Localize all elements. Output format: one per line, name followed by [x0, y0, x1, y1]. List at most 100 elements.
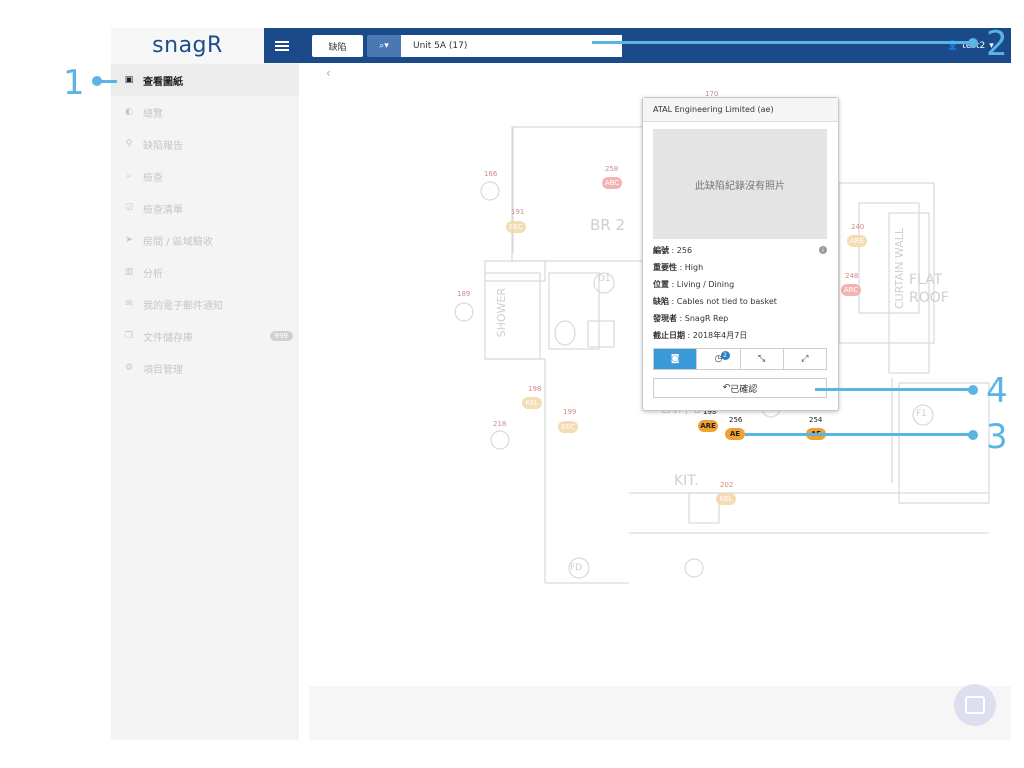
record-type-button[interactable]: 缺陷	[312, 35, 363, 57]
defect-pin-number: 198	[528, 385, 542, 393]
defect-pin[interactable]: ARE	[847, 235, 867, 247]
image-icon: ▣	[124, 75, 134, 85]
count-badge: 999	[269, 331, 293, 341]
app-logo: snagR	[152, 33, 223, 58]
field-due-date: 截止日期 : 2018年4月7日	[653, 331, 748, 340]
logo-area: snagR	[111, 28, 264, 63]
room-label: FD	[570, 563, 583, 573]
field-reporter: 發現者 : SnagR Rep	[653, 314, 729, 323]
info-icon[interactable]: i	[819, 246, 827, 254]
documents-icon: ❐	[124, 331, 134, 341]
defect-pin-number: 166	[484, 170, 498, 178]
acknowledge-button[interactable]: ↶ 已確認	[653, 378, 827, 398]
sidebar-item-label: 文件儲存庫	[143, 332, 193, 344]
room-label: BR 2	[590, 216, 626, 234]
callout-dot	[968, 38, 978, 48]
defect-pin-number: 218	[493, 420, 507, 428]
callout-line	[97, 80, 117, 83]
callout-number: 2	[986, 24, 1008, 64]
sidebar-item-email-notifications[interactable]: ✉ 我的電子郵件通知	[111, 288, 299, 320]
callout-line	[592, 41, 972, 44]
field-defect: 缺陷 : Cables not tied to basket	[653, 297, 777, 306]
sidebar-item-overview[interactable]: ◐ 總覽	[111, 96, 299, 128]
expand-icon: ⤢	[801, 354, 809, 364]
field-severity: 重要性 : High	[653, 263, 704, 272]
room-label: SHOWER	[495, 288, 508, 338]
defect-pin-number: 199	[563, 408, 577, 416]
search-icon: ⌕▾	[379, 41, 389, 51]
reply-icon: ↶	[722, 383, 731, 393]
defect-pin[interactable]: EEC	[506, 221, 526, 233]
expand-button[interactable]: ⤢	[782, 349, 826, 369]
defect-pin[interactable]: KEL	[522, 397, 542, 409]
sidebar-item-project-management[interactable]: ⚙ 項目管理	[111, 352, 299, 384]
no-photo-placeholder: 此缺陷紀錄沒有照片	[653, 129, 827, 239]
move-pin-button[interactable]: ⤡	[739, 349, 783, 369]
menu-toggle-button[interactable]	[264, 28, 299, 63]
sidebar-item-defect-report[interactable]: ⚲ 缺陷報告	[111, 128, 299, 160]
callout-dot	[968, 385, 978, 395]
room-label: CURTAIN WALL	[893, 228, 906, 309]
defect-detail-popup: ATAL Engineering Limited (ae) 此缺陷紀錄沒有照片 …	[642, 97, 839, 411]
defect-pin[interactable]: EEC	[558, 421, 578, 433]
popup-toolbar: ◙ ◷ 2 ⤡ ⤢	[653, 348, 827, 370]
map-marker-icon: ⚲	[125, 139, 133, 149]
chat-launcher-button[interactable]	[954, 684, 996, 726]
chat-icon	[965, 696, 985, 714]
callout-number: 1	[63, 63, 85, 103]
sidebar-item-inspection[interactable]: ⌕ 檢查	[111, 160, 299, 192]
search-icon: ⌕	[126, 171, 132, 181]
sidebar-item-view-drawings[interactable]: ▣ 查看圖紙	[111, 64, 299, 96]
chevron-left-icon[interactable]: ‹	[326, 66, 331, 80]
gears-icon: ⚙	[124, 363, 134, 373]
camera-icon: ◙	[670, 354, 680, 364]
sidebar-item-document-repository[interactable]: ❐ 文件儲存庫 999	[111, 320, 299, 352]
envelope-icon: ✉	[125, 299, 133, 309]
room-label: F1	[916, 409, 927, 419]
sidebar-item-label: 房間 / 區域驗收	[143, 236, 213, 248]
defect-pin-number: 240	[851, 223, 865, 231]
defect-pin-number: 256	[729, 416, 743, 424]
defect-pin-number: 191	[511, 208, 525, 216]
sidebar-item-analysis[interactable]: ▥ 分析	[111, 256, 299, 288]
callout-number: 4	[986, 371, 1008, 411]
bar-chart-icon: ▥	[124, 267, 134, 277]
sidebar-item-label: 分析	[143, 268, 163, 280]
hamburger-icon	[274, 44, 289, 47]
search-dropdown-button[interactable]: ⌕▾	[367, 35, 401, 57]
sidebar-item-label: 檢查清單	[143, 204, 183, 216]
room-label: KIT.	[674, 473, 699, 489]
callout-number: 3	[986, 417, 1008, 457]
send-icon: ➤	[125, 235, 133, 245]
checklist-icon: ☑	[124, 203, 134, 213]
sidebar-item-label: 我的電子郵件通知	[143, 300, 223, 312]
defect-pin[interactable]: KEL	[716, 493, 736, 505]
defect-pin[interactable]: ARE	[698, 420, 718, 432]
sidebar-item-label: 項目管理	[143, 364, 183, 376]
callout-line	[745, 433, 972, 436]
room-label: D1	[598, 274, 611, 284]
defect-pin-number: 202	[720, 481, 734, 489]
defect-pin-number: 258	[605, 165, 619, 173]
unit-search-input[interactable]	[401, 35, 622, 57]
bottom-panel	[309, 686, 1011, 740]
defect-pin-number: 254	[809, 416, 823, 424]
room-label: FLAT ROOF	[909, 272, 949, 306]
defect-pin-number: 189	[457, 290, 471, 298]
sidebar-item-label: 缺陷報告	[143, 140, 183, 152]
defect-pin-selected[interactable]: AE	[725, 428, 745, 440]
acknowledge-label: 已確認	[730, 384, 758, 395]
sidebar-item-room-acceptance[interactable]: ➤ 房間 / 區域驗收	[111, 224, 299, 256]
callout-line	[815, 388, 972, 391]
compress-icon: ⤡	[758, 354, 766, 364]
sidebar-item-label: 總覽	[143, 108, 163, 120]
popup-company-title: ATAL Engineering Limited (ae)	[643, 98, 838, 122]
defect-pin[interactable]: ABC	[602, 177, 622, 189]
defect-pin[interactable]: ARC	[841, 284, 861, 296]
camera-button[interactable]: ◙	[654, 349, 697, 369]
sidebar-item-checklist[interactable]: ☑ 檢查清單	[111, 192, 299, 224]
history-button[interactable]: ◷ 2	[696, 349, 739, 369]
field-defect-number: 編號 : 256	[653, 246, 693, 255]
callout-dot	[968, 430, 978, 440]
sidebar-item-label: 查看圖紙	[143, 76, 183, 88]
